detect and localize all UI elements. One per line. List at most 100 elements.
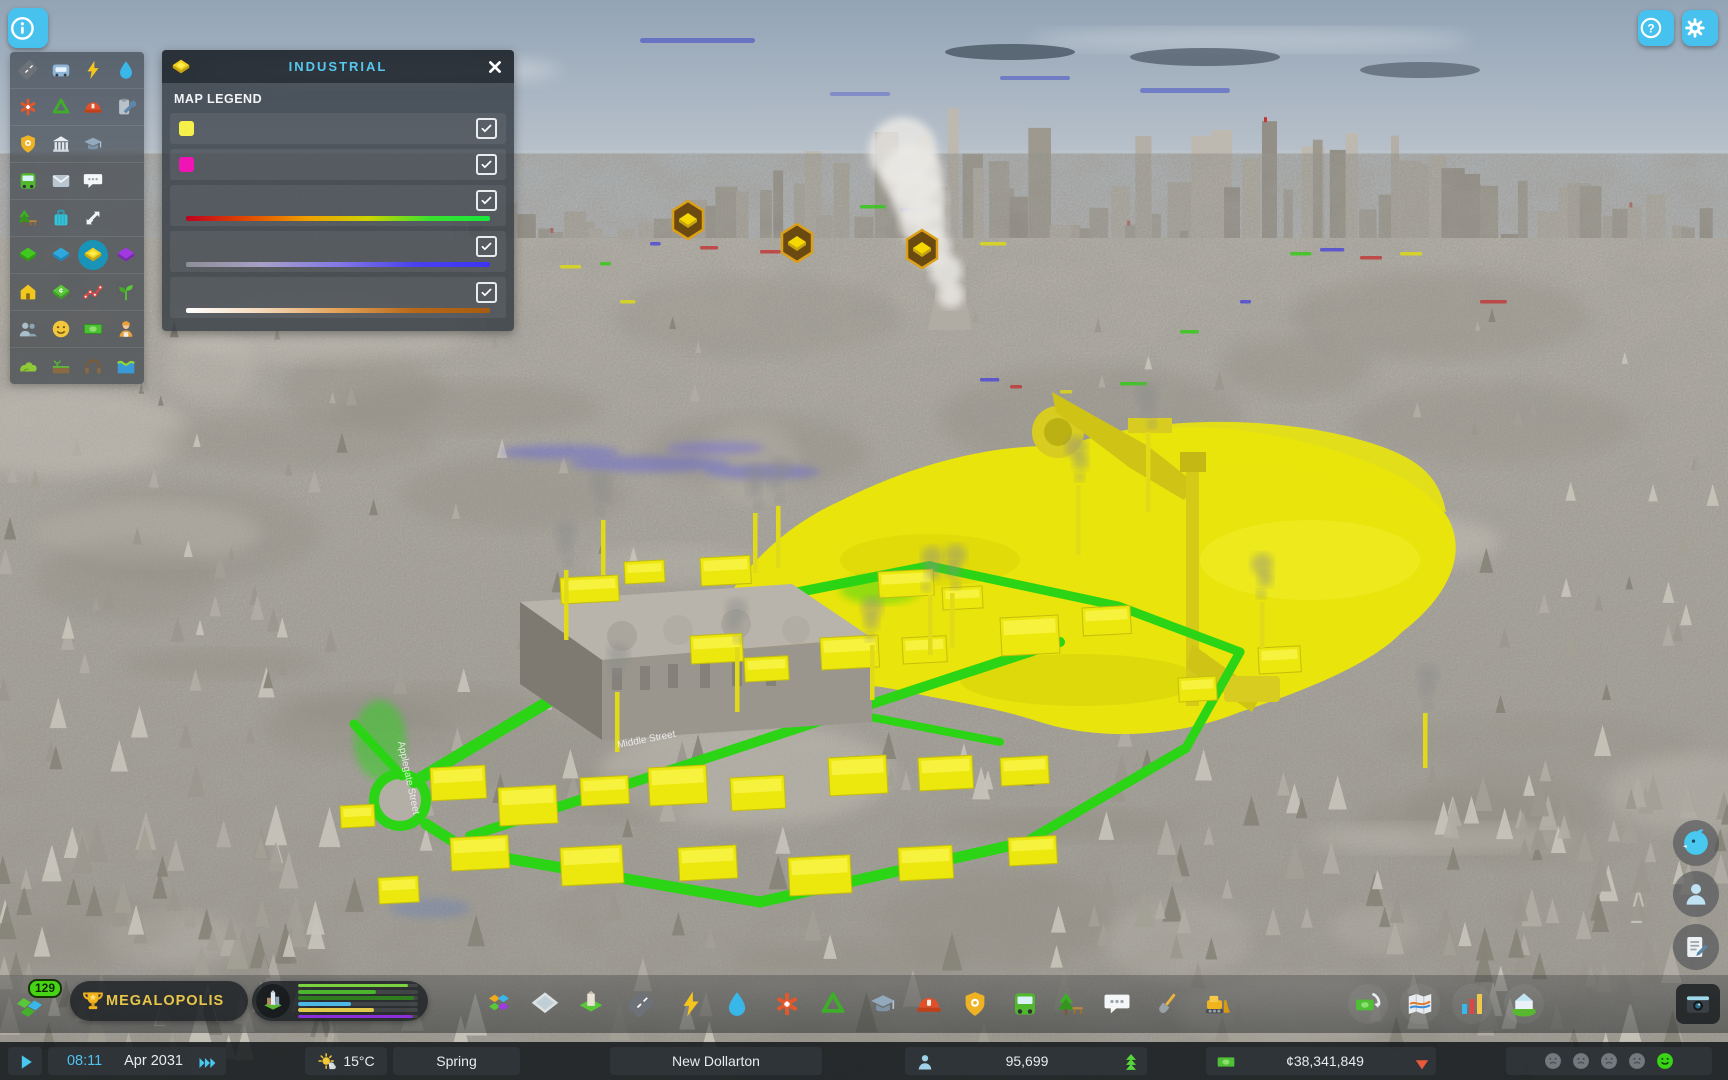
- legend-row: [170, 231, 506, 272]
- infoview-transportation[interactable]: [13, 166, 43, 196]
- parks-recreation-icon: [1056, 989, 1086, 1019]
- toolbar-parks-recreation-button[interactable]: [1054, 987, 1088, 1021]
- infoview-healthcare[interactable]: [13, 92, 43, 122]
- simulation-speed-button[interactable]: [190, 1047, 226, 1075]
- settings-button[interactable]: [1682, 10, 1718, 46]
- statistics-icon: [1457, 989, 1487, 1019]
- legend-checkbox[interactable]: [476, 236, 497, 257]
- signature-buildings-icon: [576, 989, 606, 1019]
- infoview-water-map[interactable]: [46, 240, 76, 270]
- panel-header: INDUSTRIAL: [162, 50, 514, 83]
- roads-icon: [17, 59, 39, 81]
- close-icon[interactable]: [484, 56, 506, 78]
- toolbar-signature-buildings-button[interactable]: [574, 987, 608, 1021]
- date: Apr 2031: [124, 1053, 183, 1069]
- city-icon: [256, 984, 290, 1018]
- legend-checkbox[interactable]: [476, 154, 497, 175]
- toolbar-garbage-button[interactable]: [816, 987, 850, 1021]
- infoview-police[interactable]: [13, 129, 43, 159]
- transportation-icon: [17, 170, 39, 192]
- progress-bar: [298, 996, 418, 1000]
- infoview-communications[interactable]: [78, 166, 108, 196]
- toolbar-statistics-button[interactable]: [1452, 984, 1492, 1024]
- infoview-noise-pollution[interactable]: [78, 351, 108, 381]
- infoview-administration[interactable]: [46, 129, 76, 159]
- infoview-land-value[interactable]: ¢: [46, 277, 76, 307]
- infoview-growth[interactable]: [111, 277, 141, 307]
- infoview-population[interactable]: [13, 314, 43, 344]
- infoview-tourism[interactable]: [46, 203, 76, 233]
- legend-checkbox[interactable]: [476, 190, 497, 211]
- population-display[interactable]: 95,699: [905, 1047, 1147, 1075]
- infoview-post[interactable]: [46, 166, 76, 196]
- industrial-zone-marker[interactable]: [673, 201, 703, 239]
- water-icon: [115, 59, 137, 81]
- infoview-soil-pollution[interactable]: [46, 351, 76, 381]
- communications-icon: [1102, 989, 1132, 1019]
- police-icon: [17, 133, 39, 155]
- infoview-fire-rescue[interactable]: [78, 92, 108, 122]
- education-icon: [82, 133, 104, 155]
- infoview-greenery-map[interactable]: [13, 240, 43, 270]
- infoview-water-pollution[interactable]: [111, 351, 141, 381]
- happiness-display[interactable]: [1506, 1047, 1712, 1075]
- play-pause-button[interactable]: [8, 1047, 42, 1075]
- toolbar-map-tiles-button[interactable]: [1400, 984, 1440, 1024]
- chirper-icon: [1681, 828, 1711, 858]
- money-display[interactable]: ¢38,341,849: [1206, 1047, 1436, 1075]
- toolbar-electricity-button[interactable]: [674, 987, 708, 1021]
- toolbar-roads-button[interactable]: [624, 987, 658, 1021]
- citizen-lifepath-button[interactable]: [1673, 871, 1719, 917]
- infoview-education[interactable]: [78, 129, 108, 159]
- infoview-industrial-map[interactable]: [78, 240, 108, 270]
- infoview-roads[interactable]: [13, 55, 43, 85]
- infoview-electricity[interactable]: [78, 55, 108, 85]
- infoview-ground-pollution[interactable]: [13, 351, 43, 381]
- toolbar-landscaping-button[interactable]: [1150, 987, 1184, 1021]
- journal-button[interactable]: [1673, 924, 1719, 970]
- toolbar-city-information-button[interactable]: [1504, 984, 1544, 1024]
- infoview-water[interactable]: [111, 55, 141, 85]
- photo-mode-button[interactable]: [1676, 984, 1720, 1024]
- legend-checkbox[interactable]: [476, 282, 497, 303]
- toolbar-areas-button[interactable]: [528, 987, 562, 1021]
- toolbar-economy-button[interactable]: [1348, 984, 1388, 1024]
- toolbar-water-button[interactable]: [720, 987, 754, 1021]
- infoview-outside-connections[interactable]: [78, 203, 108, 233]
- infoview-maintenance[interactable]: [111, 92, 141, 122]
- infoview-office-map[interactable]: [111, 240, 141, 270]
- chirper-button[interactable]: [1673, 820, 1719, 866]
- infoview-happiness[interactable]: [46, 314, 76, 344]
- money-value: ¢38,341,849: [1238, 1053, 1412, 1069]
- toolbar-communications-button[interactable]: [1100, 987, 1134, 1021]
- legend-checkbox[interactable]: [476, 118, 497, 139]
- toolbar-education-button[interactable]: [866, 987, 900, 1021]
- toolbar-bulldozer-button[interactable]: [1200, 987, 1234, 1021]
- industrial-zone-marker[interactable]: [907, 230, 937, 268]
- infoview-garbage[interactable]: [46, 92, 76, 122]
- info-button[interactable]: [8, 8, 48, 48]
- toolbar-healthcare-button[interactable]: [770, 987, 804, 1021]
- city-progress-button[interactable]: [252, 981, 428, 1021]
- education-icon: [868, 989, 898, 1019]
- administration-icon: [50, 133, 72, 155]
- industrial-map-icon: [82, 244, 104, 266]
- map-tiles-button[interactable]: 129: [12, 983, 56, 1023]
- infoview-workplaces[interactable]: [111, 314, 141, 344]
- infoview-routes[interactable]: [78, 277, 108, 307]
- garbage-icon: [50, 96, 72, 118]
- milestone-button[interactable]: MEGALOPOLIS: [70, 981, 248, 1021]
- industrial-zone-marker[interactable]: [782, 224, 812, 262]
- toolbar-police-button[interactable]: [958, 987, 992, 1021]
- toolbar-transportation-button[interactable]: [1008, 987, 1042, 1021]
- toolbar-zones-button[interactable]: [482, 987, 516, 1021]
- infoview-money[interactable]: [78, 314, 108, 344]
- infoview-traffic[interactable]: [46, 55, 76, 85]
- infoview-parks-recreation[interactable]: [13, 203, 43, 233]
- infoview-residential-map[interactable]: [13, 277, 43, 307]
- panel-title: INDUSTRIAL: [192, 59, 484, 74]
- help-button[interactable]: ?: [1638, 10, 1674, 46]
- progress-bar: [298, 984, 418, 988]
- status-bar: 08:11 Apr 2031 15°C Spring New Dollarton…: [0, 1042, 1728, 1080]
- toolbar-fire-rescue-button[interactable]: [912, 987, 946, 1021]
